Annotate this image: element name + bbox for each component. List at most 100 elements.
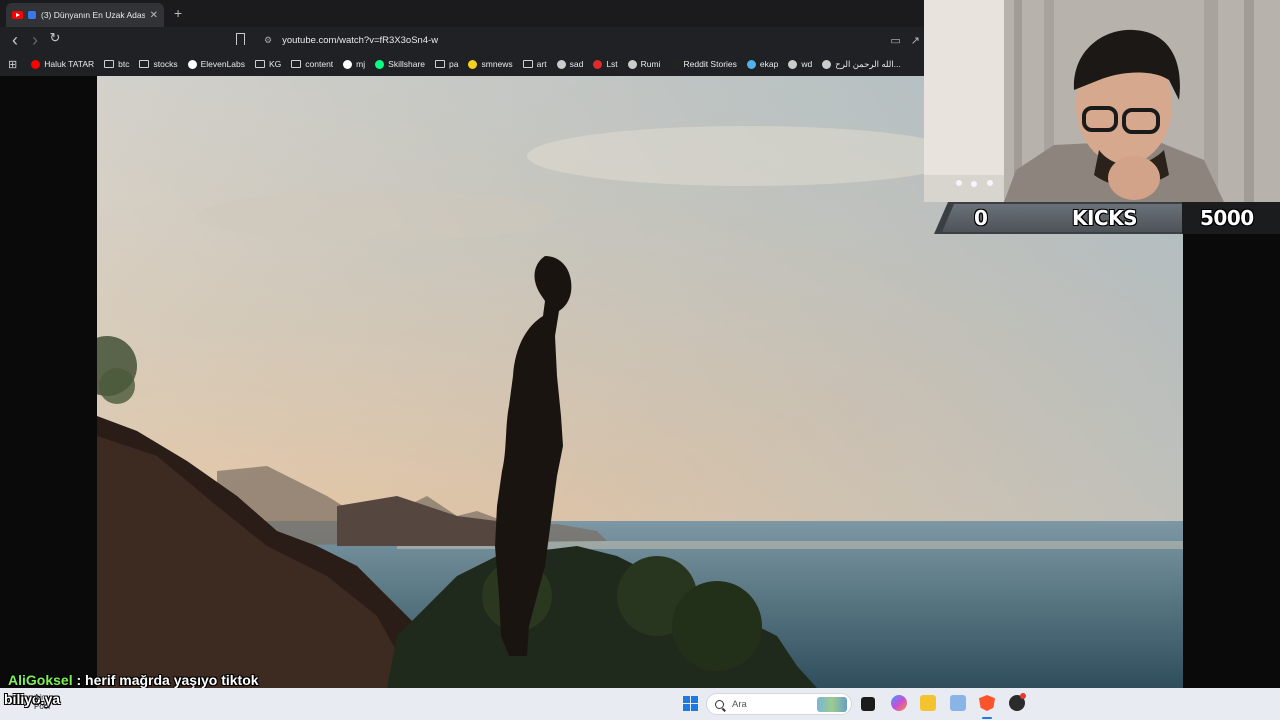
- site-settings-icon[interactable]: ⚙: [264, 35, 272, 46]
- video-letterbox-right: [1183, 232, 1280, 688]
- chat-message: AliGoksel : herif mağrda yaşıyo tiktok: [8, 672, 259, 688]
- bookmark-item[interactable]: pa: [435, 59, 458, 69]
- search-icon: [715, 699, 724, 709]
- wordpress-icon: [788, 59, 798, 69]
- bookmark-label: sad: [569, 59, 584, 69]
- folder-icon: [139, 60, 150, 68]
- bookmark-item[interactable]: ekap: [746, 59, 779, 69]
- skillshare-icon: [375, 59, 385, 69]
- bookmark-item[interactable]: Haluk TATAR: [31, 59, 94, 69]
- bookmarks-bar: ⊞ Haluk TATAR btc stocks ElevenLabs KG conten…: [0, 53, 924, 75]
- book-icon: [822, 59, 832, 69]
- windows-start-icon[interactable]: [683, 696, 698, 711]
- bookmark-label: btc: [118, 59, 130, 69]
- back-button[interactable]: ‹: [5, 30, 25, 51]
- bookmark-label: Haluk TATAR: [44, 59, 95, 69]
- toolbar: ‹ › ↻ ⚙ youtube.com/watch?v=fR3X3oSn4-w …: [0, 27, 924, 53]
- bookmark-label: Skillshare: [388, 59, 426, 69]
- webcam-feed: [924, 0, 1280, 202]
- webcam-image: [924, 0, 1280, 202]
- search-placeholder: Ara: [732, 698, 747, 710]
- bookmark-item[interactable]: wd: [788, 59, 812, 69]
- folder-icon: [435, 60, 446, 68]
- folder-icon: [104, 60, 115, 68]
- bookmark-item[interactable]: الله الرحمن الرح...: [822, 59, 901, 70]
- bookmark-label: pa: [449, 59, 459, 69]
- bookmark-item[interactable]: sad: [556, 59, 584, 69]
- s-logo-icon: [593, 59, 603, 69]
- folder-icon: [291, 60, 302, 68]
- bookmark-item[interactable]: content: [291, 59, 333, 69]
- bookmark-label: الله الرحمن الرح...: [835, 58, 901, 69]
- video-letterbox-left: [0, 76, 97, 688]
- tab-bar: (3) Dünyanın En Uzak Adasına ✕ +: [0, 0, 924, 27]
- slash-icon: [556, 59, 566, 69]
- close-icon[interactable]: ✕: [150, 10, 158, 21]
- folder-icon: [522, 60, 533, 68]
- smiley-icon: [468, 59, 478, 69]
- bookmark-label: KG: [269, 59, 282, 69]
- bookmark-item[interactable]: Lst: [593, 59, 618, 69]
- bookmark-label: mj: [356, 59, 366, 69]
- bookmark-label: wd: [801, 59, 813, 69]
- new-tab-button[interactable]: +: [174, 5, 182, 21]
- bookmark-label: ElevenLabs: [200, 59, 245, 69]
- copilot-icon[interactable]: [891, 695, 907, 711]
- taskbar: biliyo.ya Air: Poor Ara: [0, 688, 1280, 720]
- forward-button[interactable]: ›: [25, 30, 45, 51]
- bookmark-item[interactable]: Skillshare: [375, 59, 425, 69]
- bookmark-item[interactable]: mj: [343, 59, 365, 69]
- file-explorer-icon[interactable]: [920, 695, 936, 711]
- tab-youtube[interactable]: (3) Dünyanın En Uzak Adasına ✕: [6, 3, 164, 27]
- address-bar[interactable]: ⚙ youtube.com/watch?v=fR3X3oSn4-w ▭ ↗: [256, 30, 924, 50]
- bookmark-item[interactable]: Reddit Stories: [670, 59, 737, 69]
- task-view-icon[interactable]: [861, 697, 875, 711]
- github-icon: [343, 59, 353, 69]
- kicks-counter: 0 KICKS 5000: [924, 202, 1280, 234]
- tab-title: (3) Dünyanın En Uzak Adasına: [41, 10, 145, 20]
- search-highlight-image: [817, 697, 847, 712]
- air-quality-text: Air: Poor: [34, 693, 51, 711]
- share-icon[interactable]: ↗: [911, 34, 920, 47]
- screen: (3) Dünyanın En Uzak Adasına ✕ + ‹ › ↻ ⚙…: [0, 0, 1280, 720]
- bookmark-icon[interactable]: [236, 33, 245, 45]
- youtube-icon: [12, 11, 23, 19]
- kicks-goal: 5000: [1200, 206, 1254, 230]
- snipping-tool-icon[interactable]: [950, 695, 966, 711]
- url-text: youtube.com/watch?v=fR3X3oSn4-w: [282, 34, 439, 46]
- bookmark-item[interactable]: KG: [255, 59, 281, 69]
- bookmark-label: Rumi: [640, 59, 661, 69]
- globe-icon: [627, 59, 637, 69]
- bookmark-label: Reddit Stories: [683, 59, 737, 69]
- bookmark-item[interactable]: stocks: [139, 59, 178, 69]
- browser-window: (3) Dünyanın En Uzak Adasına ✕ + ‹ › ↻ ⚙…: [0, 0, 924, 76]
- reload-button[interactable]: ↻: [45, 30, 65, 51]
- chat-username: AliGoksel: [8, 672, 73, 688]
- kicks-label: KICKS: [1072, 206, 1138, 230]
- taskbar-search[interactable]: Ara: [706, 693, 852, 715]
- bookmark-label: ekap: [759, 59, 779, 69]
- weather-widget[interactable]: biliyo.ya Air: Poor: [4, 691, 60, 711]
- bookmark-item[interactable]: art: [522, 59, 547, 69]
- youtube-icon: [31, 59, 41, 69]
- tab-group-icon: [28, 11, 36, 19]
- chat-text: : herif mağrda yaşıyo tiktok: [72, 672, 259, 688]
- cast-icon[interactable]: ▭: [890, 34, 900, 47]
- bookmark-item[interactable]: smnews: [468, 59, 513, 69]
- folder-icon: [255, 60, 265, 68]
- bird-icon: [746, 59, 756, 69]
- bookmark-label: art: [536, 59, 547, 69]
- elevenlabs-icon: [187, 59, 197, 69]
- bookmark-item[interactable]: btc: [104, 59, 129, 69]
- bookmark-label: smnews: [481, 59, 513, 69]
- notification-dot-icon: [1020, 693, 1026, 699]
- bookmark-label: content: [305, 59, 334, 69]
- bookmark-label: Lst: [606, 59, 618, 69]
- d-logo-icon: [670, 59, 680, 69]
- bookmark-item[interactable]: ElevenLabs: [187, 59, 245, 69]
- kicks-current: 0: [974, 206, 988, 230]
- bookmark-item[interactable]: Rumi: [627, 59, 661, 69]
- apps-grid-icon[interactable]: ⊞: [8, 58, 17, 71]
- brave-browser-icon[interactable]: [979, 695, 995, 711]
- active-app-indicator: [982, 717, 992, 719]
